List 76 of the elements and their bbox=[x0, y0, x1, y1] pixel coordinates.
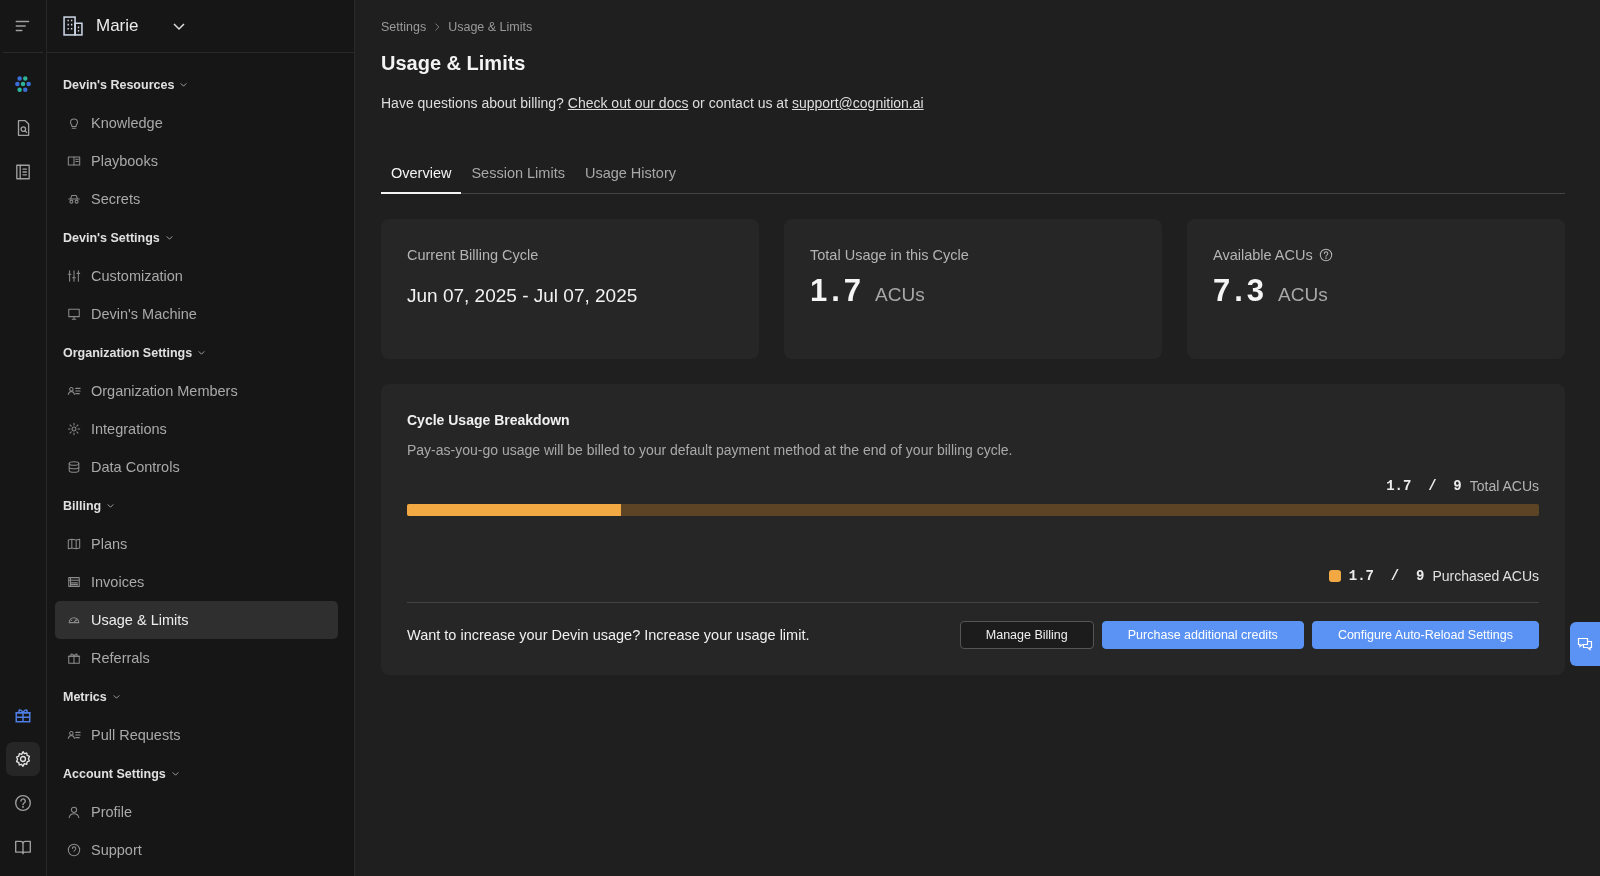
unit-label: ACUs bbox=[1278, 284, 1328, 306]
car-icon bbox=[67, 192, 81, 206]
sidebar-item[interactable]: Pull Requests bbox=[55, 716, 338, 754]
reading-label: Total ACUs bbox=[1469, 478, 1539, 494]
card-label: Available ACUs bbox=[1213, 247, 1313, 263]
section-title: Cycle Usage Breakdown bbox=[407, 412, 571, 428]
monitor-icon bbox=[67, 307, 81, 321]
section-header[interactable]: Devin's Resources bbox=[55, 65, 195, 104]
section-header[interactable]: Account Settings bbox=[55, 754, 186, 793]
tab[interactable]: Session Limits bbox=[461, 165, 575, 194]
building-icon bbox=[62, 15, 84, 37]
section-header[interactable]: Billing bbox=[55, 486, 122, 525]
tab[interactable]: Overview bbox=[381, 165, 462, 194]
breadcrumb-item: Usage & Limits bbox=[448, 20, 533, 34]
sidebar-item[interactable]: Profile bbox=[55, 793, 338, 831]
sidebar-item[interactable]: Data Controls bbox=[55, 448, 338, 486]
sidebar-item[interactable]: Usage & Limits bbox=[55, 601, 338, 639]
sidebar-item[interactable]: Support bbox=[55, 831, 338, 869]
settings-button[interactable] bbox=[6, 742, 40, 776]
usage-reading: 1.7 / 9 bbox=[1386, 478, 1462, 494]
people-list-icon bbox=[67, 728, 81, 742]
link[interactable]: Check out our docs bbox=[567, 95, 689, 111]
card-label: Total Usage in this Cycle bbox=[810, 247, 969, 263]
acu-amount: 1.7 bbox=[810, 273, 866, 309]
footer-text: Want to increase your Devin usage? Increase your usage limit. bbox=[407, 627, 811, 643]
sidebar-item[interactable]: Plans bbox=[55, 525, 338, 563]
organization-name: Marie bbox=[96, 16, 139, 36]
people-list-icon bbox=[67, 384, 81, 398]
gift-icon bbox=[14, 706, 32, 724]
link[interactable]: support@cognition.ai bbox=[791, 95, 924, 111]
gift-icon bbox=[67, 651, 81, 665]
tab[interactable]: Usage History bbox=[574, 165, 686, 194]
usage-reading: 1.7 / 9 bbox=[1348, 568, 1425, 584]
help-icon bbox=[14, 794, 32, 812]
sidebar-item[interactable]: Devin's Machine bbox=[55, 295, 338, 333]
sidebar-item[interactable]: Customization bbox=[55, 257, 338, 295]
billing-help-text: Have questions about billing? Check out our docs or contact us at support@cognition.ai bbox=[381, 95, 925, 111]
logo-icon bbox=[14, 75, 32, 93]
sidebar-item[interactable]: Referrals bbox=[55, 639, 338, 677]
sidebar-item[interactable]: Integrations bbox=[55, 410, 338, 448]
chevron-icon bbox=[170, 769, 180, 778]
chat-bubbles-icon bbox=[1577, 636, 1593, 652]
book-icon bbox=[67, 154, 81, 168]
notebook-icon bbox=[14, 163, 32, 181]
sidebar-item[interactable]: Playbooks bbox=[55, 142, 338, 180]
section-header[interactable]: Metrics bbox=[55, 677, 127, 716]
map-icon bbox=[67, 537, 81, 551]
acu-amount: 7.3 bbox=[1213, 273, 1269, 309]
sidebar-item[interactable]: Secrets bbox=[55, 180, 338, 218]
chevron-icon bbox=[197, 348, 207, 357]
unit-label: ACUs bbox=[875, 284, 925, 306]
list-icon bbox=[67, 575, 81, 589]
chevron-icon bbox=[111, 692, 121, 701]
billing-cycle-dates: Jun 07, 2025 - Jul 07, 2025 bbox=[407, 285, 639, 307]
sidebar-item[interactable]: Organization Members bbox=[55, 372, 338, 410]
chevron-icon bbox=[164, 233, 174, 242]
chevron-icon bbox=[106, 501, 116, 510]
chevron-icon bbox=[179, 80, 189, 89]
help-icon bbox=[67, 843, 81, 857]
card-label: Current Billing Cycle bbox=[407, 247, 539, 263]
sidebar-item[interactable]: Knowledge bbox=[55, 104, 338, 142]
person-icon bbox=[67, 805, 81, 819]
secondary-button[interactable]: Manage Billing bbox=[959, 621, 1094, 649]
database-icon bbox=[67, 460, 81, 474]
description: Pay-as-you-go usage will be billed to your default payment method at the end of your billing cycle. bbox=[407, 442, 1014, 458]
legend-label: Purchased ACUs bbox=[1432, 568, 1539, 584]
page-title: Usage & Limits bbox=[381, 52, 527, 75]
lightbulb-icon bbox=[67, 116, 81, 130]
section-header[interactable]: Organization Settings bbox=[55, 333, 213, 372]
section-header[interactable]: Devin's Settings bbox=[55, 218, 180, 257]
chat-button[interactable] bbox=[1570, 622, 1600, 666]
sidebar-item[interactable]: Invoices bbox=[55, 563, 338, 601]
sliders-icon bbox=[67, 269, 81, 283]
breadcrumb-item[interactable]: Settings bbox=[381, 20, 427, 34]
settings-icon bbox=[14, 750, 32, 768]
book-icon bbox=[14, 838, 32, 856]
